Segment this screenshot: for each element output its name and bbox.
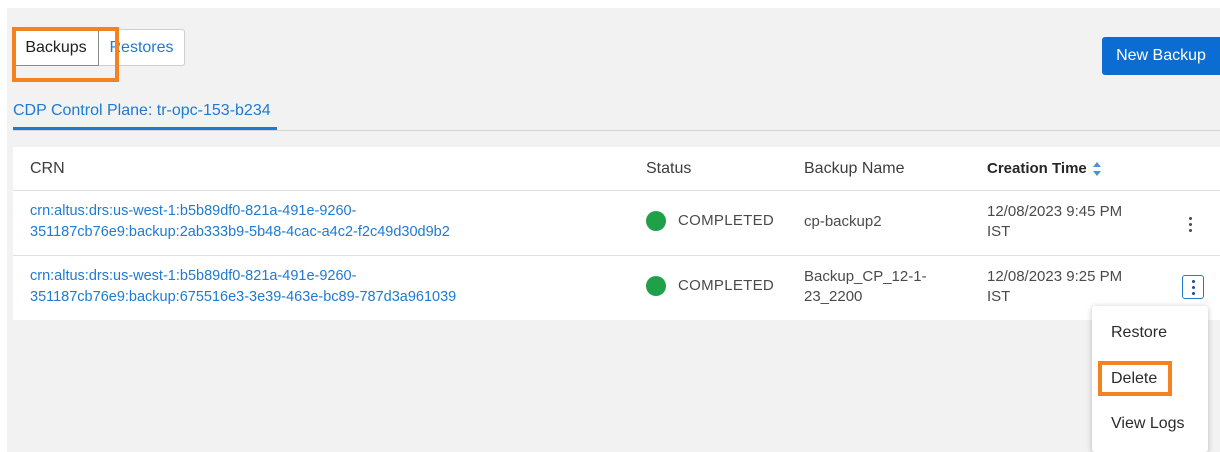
tab-control-plane[interactable]: CDP Control Plane: tr-opc-153-b234 — [13, 102, 271, 120]
tab-backups[interactable]: Backups — [13, 29, 99, 66]
column-header-creation-time[interactable]: Creation Time — [987, 147, 1102, 190]
crn-line-1: crn:altus:drs:us-west-1:b5b89df0-821a-49… — [30, 203, 357, 219]
backup-name-cell: cp-backup2 — [804, 212, 882, 232]
backups-table: CRN Status Backup Name Creation Time crn… — [13, 147, 1220, 320]
creation-time-cell: 12/08/2023 9:45 PM IST — [987, 202, 1122, 242]
status-dot-icon — [646, 276, 666, 296]
creation-time-line-2: IST — [987, 223, 1011, 240]
menu-item-delete[interactable]: Delete — [1111, 370, 1157, 388]
creation-time-line-1: 12/08/2023 9:45 PM — [987, 203, 1123, 220]
status-text: COMPLETED — [678, 277, 775, 294]
backup-name-line-1: Backup_CP_12-1- — [804, 268, 927, 285]
creation-time-label: Creation Time — [987, 160, 1087, 177]
row-actions-kebab-icon[interactable] — [1182, 275, 1204, 299]
row-divider — [13, 255, 1220, 256]
creation-time-cell: 12/08/2023 9:25 PM IST — [987, 267, 1122, 307]
column-header-backup-name: Backup Name — [804, 159, 905, 177]
row-divider — [13, 190, 1220, 191]
backup-name-line-2: 23_2200 — [804, 288, 863, 305]
new-backup-button[interactable]: New Backup — [1102, 37, 1220, 75]
crn-line-2: 351187cb76e9:backup:2ab333b9-5b48-4cac-a… — [30, 224, 450, 240]
backup-restore-toggle: Backups Restores — [7, 29, 185, 66]
menu-item-restore[interactable]: Restore — [1111, 324, 1167, 342]
crn-link[interactable]: crn:altus:drs:us-west-1:b5b89df0-821a-49… — [30, 266, 456, 308]
status-dot-icon — [646, 211, 666, 231]
crn-link[interactable]: crn:altus:drs:us-west-1:b5b89df0-821a-49… — [30, 201, 450, 243]
row-actions-kebab-icon[interactable] — [1179, 212, 1201, 236]
menu-item-view-logs[interactable]: View Logs — [1111, 415, 1185, 433]
tab-divider — [13, 130, 1220, 131]
column-header-status: Status — [646, 159, 692, 177]
status-text: COMPLETED — [678, 212, 775, 229]
column-header-crn: CRN — [30, 159, 65, 177]
backup-name-cell: Backup_CP_12-1- 23_2200 — [804, 267, 927, 307]
tab-restores[interactable]: Restores — [99, 29, 185, 66]
crn-line-1: crn:altus:drs:us-west-1:b5b89df0-821a-49… — [30, 268, 357, 284]
row-actions-menu: Restore Delete View Logs — [1092, 306, 1208, 452]
creation-time-line-1: 12/08/2023 9:25 PM — [987, 268, 1123, 285]
status-cell: COMPLETED — [646, 211, 774, 231]
status-cell: COMPLETED — [646, 276, 774, 296]
backup-name-line-1: cp-backup2 — [804, 213, 882, 230]
crn-line-2: 351187cb76e9:backup:675516e3-3e39-463e-b… — [30, 289, 457, 305]
creation-time-line-2: IST — [987, 288, 1011, 305]
sort-icon[interactable] — [1092, 161, 1102, 176]
